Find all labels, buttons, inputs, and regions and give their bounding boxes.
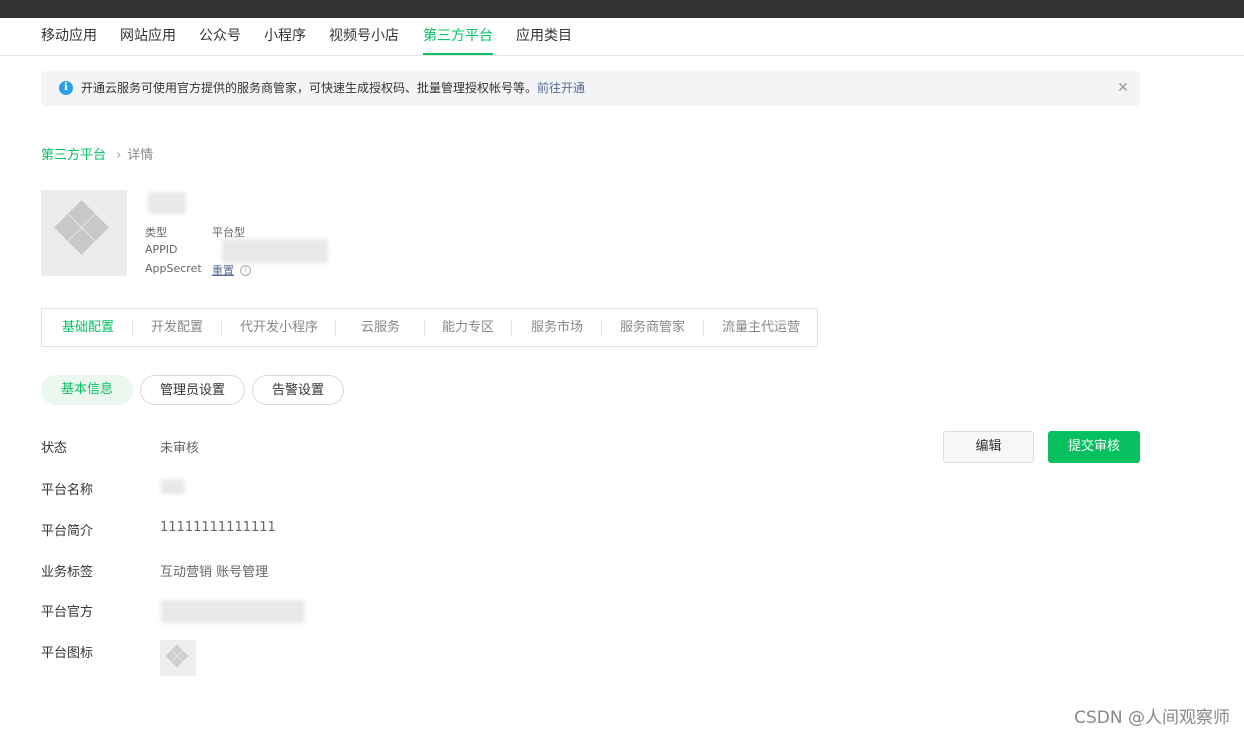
app-name-redacted [148, 192, 186, 214]
nav-mobile-app[interactable]: 移动应用 [41, 18, 97, 55]
tab-cloud-service[interactable]: 云服务 [361, 309, 400, 346]
tab-divider [335, 319, 336, 337]
business-tags-value: 互动营销 账号管理 [160, 565, 269, 580]
breadcrumb-parent[interactable]: 第三方平台 [41, 148, 106, 163]
submit-review-button[interactable]: 提交审核 [1048, 431, 1140, 463]
type-label: 类型 [145, 226, 167, 239]
tab-mini-program-dev[interactable]: 代开发小程序 [240, 309, 318, 346]
config-tabs: 基础配置 开发配置 代开发小程序 云服务 能力专区 服务市场 服务商管家 流量主… [41, 308, 818, 347]
tab-divider [511, 319, 512, 337]
appid-value-redacted [222, 239, 328, 263]
tab-capability-zone[interactable]: 能力专区 [442, 309, 494, 346]
platform-icon [160, 640, 196, 676]
platform-intro-label: 平台简介 [41, 524, 94, 539]
appid-label: APPID [145, 243, 178, 256]
app-logo-icon [54, 200, 109, 255]
close-icon[interactable]: ✕ [1114, 79, 1132, 97]
nav-channels-store[interactable]: 视频号小店 [329, 18, 399, 55]
status-label: 状态 [41, 441, 68, 456]
appsecret-label: AppSecret [145, 262, 202, 275]
top-bar [0, 0, 1244, 18]
notice-link[interactable]: 前往开通 [537, 81, 585, 95]
nav-website-app[interactable]: 网站应用 [120, 18, 176, 55]
tab-divider [703, 319, 704, 337]
nav-app-category[interactable]: 应用类目 [516, 18, 572, 55]
notice-text: 开通云服务可使用官方提供的服务商管家，可快速生成授权码、批量管理授权帐号等。 [81, 81, 538, 95]
type-value: 平台型 [212, 226, 245, 239]
tab-dev-config[interactable]: 开发配置 [151, 309, 203, 346]
chevron-right-icon: › [116, 148, 122, 163]
status-value: 未审核 [160, 441, 200, 456]
subtab-admin-settings[interactable]: 管理员设置 [140, 375, 245, 405]
top-nav: 移动应用 网站应用 公众号 小程序 视频号小店 第三方平台 应用类目 [0, 18, 1244, 56]
nav-third-party-platform[interactable]: 第三方平台 [423, 18, 493, 55]
tab-traffic-ops[interactable]: 流量主代运营 [722, 309, 800, 346]
tab-basic-config[interactable]: 基础配置 [62, 309, 114, 346]
breadcrumb-current: 详情 [127, 148, 154, 163]
tab-service-butler[interactable]: 服务商管家 [620, 309, 685, 346]
subtab-alert-settings[interactable]: 告警设置 [252, 375, 344, 405]
nav-official-account[interactable]: 公众号 [199, 18, 241, 55]
tab-divider [132, 319, 133, 337]
platform-name-redacted [161, 479, 185, 494]
platform-intro-value: 11111111111111 [160, 520, 276, 535]
platform-icon-label: 平台图标 [41, 646, 94, 661]
notice-banner: i 开通云服务可使用官方提供的服务商管家，可快速生成授权码、批量管理授权帐号等。… [41, 71, 1140, 106]
watermark: CSDN @人间观察师 [1074, 708, 1230, 728]
platform-site-label: 平台官方 [41, 605, 94, 620]
notice-text-wrap: 开通云服务可使用官方提供的服务商管家，可快速生成授权码、批量管理授权帐号等。前往… [81, 71, 585, 106]
app-logo [41, 190, 127, 276]
nav-mini-program[interactable]: 小程序 [264, 18, 306, 55]
edit-button[interactable]: 编辑 [943, 431, 1034, 463]
reset-secret-link[interactable]: 重置 [212, 262, 234, 278]
breadcrumb: 第三方平台 › 详情 [41, 144, 153, 163]
info-icon: i [59, 81, 73, 95]
tab-divider [221, 319, 222, 337]
subtab-basic-info[interactable]: 基本信息 [41, 375, 133, 405]
tab-divider [601, 319, 602, 337]
platform-name-label: 平台名称 [41, 483, 94, 498]
help-icon[interactable]: ? [240, 265, 251, 276]
platform-site-redacted [161, 600, 305, 623]
platform-icon-image [165, 644, 189, 668]
business-tags-label: 业务标签 [41, 565, 94, 580]
tab-divider [424, 319, 425, 337]
tab-service-market[interactable]: 服务市场 [531, 309, 583, 346]
